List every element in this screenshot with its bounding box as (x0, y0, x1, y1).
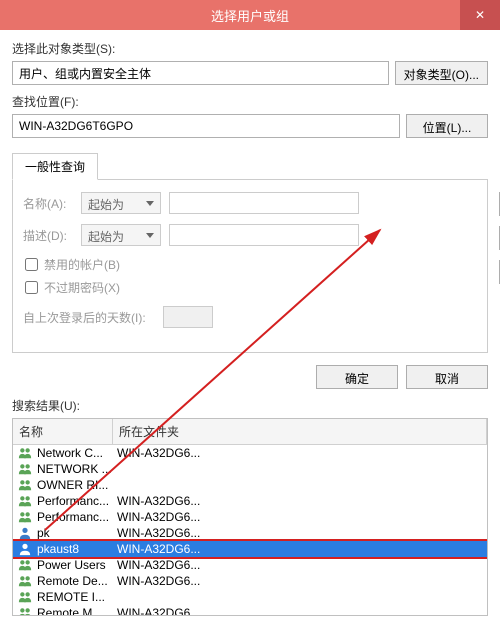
table-row[interactable]: NETWORK ... (13, 461, 487, 477)
locations-button[interactable]: 位置(L)... (406, 114, 488, 138)
table-row[interactable]: REMOTE I... (13, 589, 487, 605)
object-type-label: 选择此对象类型(S): (12, 40, 488, 57)
table-row[interactable]: Power UsersWIN-A32DG6... (13, 557, 487, 573)
row-location: WIN-A32DG6... (117, 510, 483, 524)
row-name: pk (37, 526, 117, 540)
days-since-label: 自上次登录后的天数(I): (23, 309, 163, 326)
row-name: Performanc... (37, 494, 117, 508)
table-row[interactable]: OWNER RI... (13, 477, 487, 493)
table-row[interactable]: pkaust8WIN-A32DG6... (13, 541, 487, 557)
table-row[interactable]: Remote M...WIN-A32DG6... (13, 605, 487, 616)
row-location: WIN-A32DG6... (117, 542, 483, 556)
col-header-location[interactable]: 所在文件夹 (113, 419, 487, 444)
table-row[interactable]: Remote De...WIN-A32DG6... (13, 573, 487, 589)
object-types-button[interactable]: 对象类型(O)... (395, 61, 488, 85)
row-name: pkaust8 (37, 542, 117, 556)
row-location: WIN-A32DG6... (117, 526, 483, 540)
table-row[interactable]: Network C...WIN-A32DG6... (13, 445, 487, 461)
row-location: WIN-A32DG6... (117, 606, 483, 616)
results-label: 搜索结果(U): (12, 397, 488, 414)
location-label: 查找位置(F): (12, 93, 488, 110)
desc-mode-select[interactable]: 起始为 (81, 224, 161, 246)
close-icon: ✕ (475, 8, 485, 22)
row-name: Power Users (37, 558, 117, 572)
no-expire-pwd-checkbox[interactable] (25, 281, 38, 294)
row-location: WIN-A32DG6... (117, 574, 483, 588)
desc-filter-input[interactable] (169, 224, 359, 246)
row-name: Network C... (37, 446, 117, 460)
row-location: WIN-A32DG6... (117, 446, 483, 460)
name-field-label: 名称(A): (23, 195, 81, 212)
name-filter-input[interactable] (169, 192, 359, 214)
table-row[interactable]: Performanc...WIN-A32DG6... (13, 509, 487, 525)
results-grid[interactable]: 名称 所在文件夹 Network C...WIN-A32DG6...NETWOR… (12, 418, 488, 616)
disabled-accounts-label: 禁用的帐户(B) (44, 256, 120, 273)
title-bar: 选择用户或组 ✕ (0, 0, 500, 30)
ok-button[interactable]: 确定 (316, 365, 398, 389)
grid-header: 名称 所在文件夹 (13, 419, 487, 445)
row-location: WIN-A32DG6... (117, 494, 483, 508)
row-name: Remote De... (37, 574, 117, 588)
window-title: 选择用户或组 (211, 6, 289, 25)
days-since-spinner[interactable] (163, 306, 213, 328)
row-name: REMOTE I... (37, 590, 117, 604)
row-name: NETWORK ... (37, 462, 117, 476)
location-input[interactable] (12, 114, 400, 138)
row-name: OWNER RI... (37, 478, 117, 492)
table-row[interactable]: pkWIN-A32DG6... (13, 525, 487, 541)
object-type-input[interactable] (12, 61, 389, 85)
disabled-accounts-checkbox[interactable] (25, 258, 38, 271)
close-button[interactable]: ✕ (460, 0, 500, 30)
col-header-name[interactable]: 名称 (13, 419, 113, 444)
row-location: WIN-A32DG6... (117, 558, 483, 572)
no-expire-pwd-label: 不过期密码(X) (44, 279, 120, 296)
desc-field-label: 描述(D): (23, 227, 81, 244)
tab-general-query[interactable]: 一般性查询 (12, 153, 98, 180)
name-mode-select[interactable]: 起始为 (81, 192, 161, 214)
row-name: Remote M... (37, 606, 117, 616)
row-name: Performanc... (37, 510, 117, 524)
table-row[interactable]: Performanc...WIN-A32DG6... (13, 493, 487, 509)
cancel-button[interactable]: 取消 (406, 365, 488, 389)
